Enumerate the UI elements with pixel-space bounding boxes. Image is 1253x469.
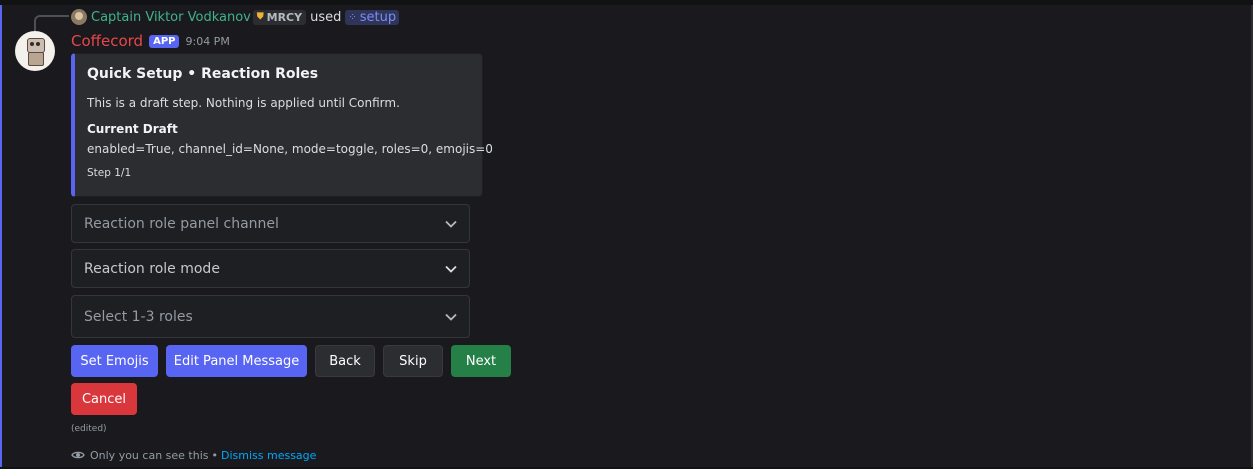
back-button[interactable]: Back [315,345,375,377]
cancel-button[interactable]: Cancel [71,383,137,415]
reply-username[interactable]: Captain Viktor Vodkanov [91,10,251,25]
guild-tag-label: MRCY [266,10,303,24]
used-text: used [310,9,342,25]
set-emojis-button[interactable]: Set Emojis [71,345,158,377]
edit-panel-message-button[interactable]: Edit Panel Message [166,345,307,377]
separator: • [211,448,219,462]
top-border [0,0,1253,5]
dismiss-message-link[interactable]: Dismiss message [221,449,316,462]
robot-body [28,52,44,66]
mode-select[interactable]: Reaction role mode [71,249,470,288]
command-mention[interactable]: ⁘ setup [345,9,400,25]
app-badge: APP [149,34,180,48]
command-name: setup [359,9,397,25]
edited-label: (edited) [71,424,107,434]
shield-icon: ⛊ [256,12,264,22]
skip-button[interactable]: Skip [383,345,443,377]
user-avatar-icon[interactable] [71,9,87,25]
timestamp[interactable]: 9:04 PM [185,35,229,48]
chevron-down-icon [445,218,457,230]
embed-field-name: Current Draft [87,122,178,136]
robot-eye-right [36,42,40,46]
reply-context: Captain Viktor Vodkanov ⛊ MRCY used ⁘ se… [71,8,400,26]
author-name[interactable]: Coffecord [71,32,143,50]
ephemeral-notice: Only you can see this • Dismiss message [71,447,316,463]
embed-description: This is a draft step. Nothing is applied… [87,96,400,110]
guild-tag[interactable]: ⛊ MRCY [252,9,307,25]
highlight-bar [0,5,2,469]
embed-field-value: enabled=True, channel_id=None, mode=togg… [87,142,493,156]
chevron-down-icon [445,311,457,323]
slash-command-icon: ⁘ [348,11,357,23]
select-placeholder: Reaction role mode [84,260,220,277]
eye-icon [71,448,85,462]
message-header: Coffecord APP 9:04 PM [71,32,230,50]
ephemeral-text: Only you can see this [90,448,209,462]
roles-select[interactable]: Select 1-3 roles [71,295,470,338]
embed-footer: Step 1/1 [87,167,132,179]
chevron-down-icon [445,263,457,275]
robot-avatar-icon[interactable] [15,31,55,71]
embed-title: Quick Setup • Reaction Roles [87,66,319,82]
embed-card: Quick Setup • Reaction Roles This is a d… [71,53,493,197]
next-button[interactable]: Next [451,345,511,377]
channel-select[interactable]: Reaction role panel channel [71,204,470,243]
robot-eye-left [30,42,34,46]
select-placeholder: Select 1-3 roles [84,308,193,325]
reply-connector [34,15,69,31]
select-placeholder: Reaction role panel channel [84,215,279,232]
